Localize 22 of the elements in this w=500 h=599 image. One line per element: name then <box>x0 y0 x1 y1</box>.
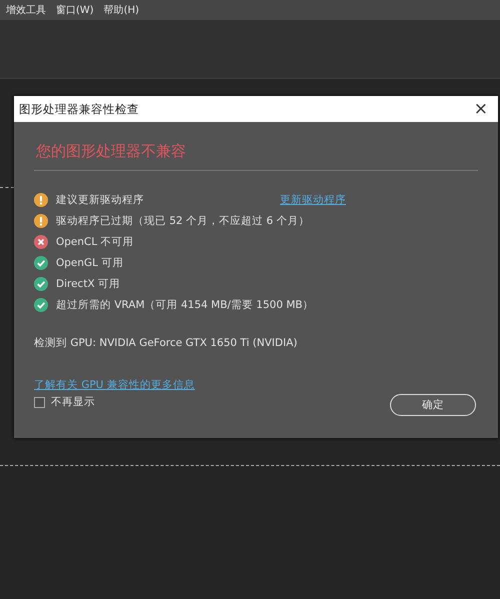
warning-icon <box>34 214 48 228</box>
check-text: OpenCL 不可用 <box>56 235 134 249</box>
dialog-title: 图形处理器兼容性检查 <box>19 102 139 116</box>
check-text: 驱动程序已过期（现已 52 个月，不应超过 6 个月） <box>56 214 310 228</box>
check-icon <box>34 277 48 291</box>
warning-icon <box>34 193 48 207</box>
check-text: OpenGL 可用 <box>56 256 124 270</box>
check-text: DirectX 可用 <box>56 277 120 291</box>
menu-item[interactable]: 窗口(W) <box>56 3 94 17</box>
check-text: 超过所需的 VRAM（可用 4154 MB/需要 1500 MB） <box>56 298 314 312</box>
ok-button[interactable]: 确定 <box>390 394 476 416</box>
menu-item[interactable]: 增效工具 <box>6 3 46 17</box>
check-icon <box>34 256 48 270</box>
checkbox-label: 不再显示 <box>51 395 95 409</box>
error-icon <box>34 235 48 249</box>
gpu-info: 检测到 GPU: NVIDIA GeForce GTX 1650 Ti (NVIDIA) <box>34 336 298 350</box>
check-icon <box>34 298 48 312</box>
check-text: 建议更新驱动程序 <box>56 193 145 207</box>
checkbox[interactable] <box>34 396 45 408</box>
close-button[interactable]: × <box>472 99 490 119</box>
error-heading: 您的图形处理器不兼容 <box>34 138 478 171</box>
menu-item[interactable]: 帮助(H) <box>104 3 140 17</box>
